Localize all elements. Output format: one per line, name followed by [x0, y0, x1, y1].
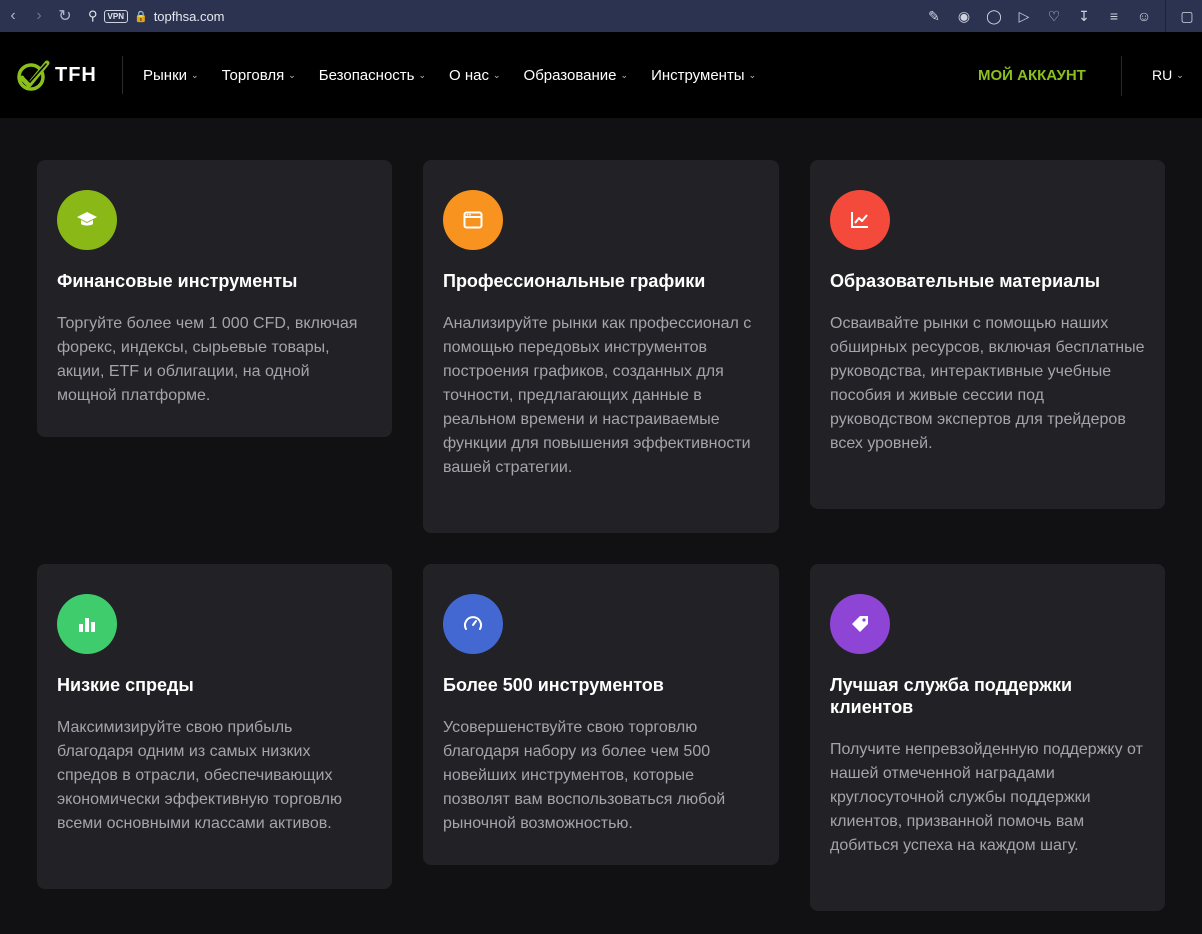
nav-item-tools[interactable]: Инструменты ⌄: [651, 67, 756, 84]
speedometer-icon: [443, 594, 503, 654]
header-divider: [1121, 56, 1122, 96]
chevron-down-icon: ⌄: [418, 69, 427, 80]
lock-icon[interactable]: 🔒: [134, 10, 148, 23]
url-text[interactable]: topfhsa.com: [154, 9, 225, 24]
main-nav: Рынки ⌄ Торговля ⌄ Безопасность ⌄ О нас ⌄ Об…: [143, 67, 779, 84]
download-icon[interactable]: ↧: [1069, 8, 1099, 25]
nav-item-security[interactable]: Безопасность ⌄: [319, 67, 426, 84]
line-chart-icon: [830, 190, 890, 250]
feature-card-educational-materials: Образовательные материалы Осваивайте рын…: [810, 160, 1165, 509]
nav-item-markets[interactable]: Рынки ⌄: [143, 67, 199, 84]
nav-label: О нас: [449, 66, 489, 84]
nav-item-education[interactable]: Образование ⌄: [524, 67, 629, 84]
browser-window-icon: [443, 190, 503, 250]
vpn-badge[interactable]: VPN: [103, 9, 128, 23]
camera-icon[interactable]: ◉: [949, 8, 979, 25]
chevron-down-icon: ⌄: [288, 69, 296, 80]
logo[interactable]: TFH: [16, 55, 122, 95]
logo-check-icon: [17, 60, 50, 91]
language-label: RU: [1152, 67, 1173, 83]
nav-item-trading[interactable]: Торговля ⌄: [222, 67, 296, 84]
chevron-down-icon: ⌄: [191, 69, 199, 80]
card-text: Осваивайте рынки с помощью наших обширны…: [830, 315, 1145, 452]
forward-icon[interactable]: ›: [26, 7, 52, 25]
nav-item-about[interactable]: О нас ⌄: [449, 67, 501, 84]
browser-toolbar: ‹ › ↻ ⚲ VPN 🔒 topfhsa.com ✎ ◉ ◯ ▷ ♡ ↧ ≡ …: [0, 0, 1202, 32]
extension-cube-icon[interactable]: ▢: [1172, 8, 1202, 25]
card-text: Максимизируйте свою прибыль благодаря од…: [57, 719, 342, 832]
bar-chart-icon: [57, 594, 117, 654]
card-title: Лучшая служба поддержки клиентов: [830, 675, 1073, 717]
menu-icon[interactable]: ≡: [1099, 8, 1129, 24]
card-title: Низкие спреды: [57, 675, 194, 695]
card-title: Финансовые инструменты: [57, 271, 298, 291]
chevron-down-icon: ⌄: [748, 69, 757, 80]
card-text: Торгуйте более чем 1 000 CFD, включая фо…: [57, 315, 358, 404]
heart-icon[interactable]: ♡: [1039, 8, 1069, 25]
card-title: Образовательные материалы: [830, 271, 1101, 291]
edit-icon[interactable]: ✎: [919, 8, 949, 25]
card-text: Анализируйте рынки как профессионал с по…: [443, 315, 752, 476]
address-bar[interactable]: ⚲ VPN 🔒 topfhsa.com: [88, 8, 225, 24]
reload-icon[interactable]: ↻: [52, 6, 78, 26]
toolbar-divider: [1165, 0, 1166, 32]
back-icon[interactable]: ‹: [0, 7, 26, 25]
feature-card-customer-support: Лучшая служба поддержки клиентов Получит…: [810, 564, 1165, 911]
chevron-down-icon: ⌄: [620, 69, 629, 80]
nav-label: Безопасность: [318, 66, 415, 84]
site-header: TFH Рынки ⌄ Торговля ⌄ Безопасность ⌄ О нас…: [0, 32, 1202, 118]
nav-label: Рынки: [143, 66, 188, 84]
feature-card-financial-instruments: Финансовые инструменты Торгуйте более че…: [37, 160, 392, 437]
nav-label: Инструменты: [651, 66, 745, 84]
profile-icon[interactable]: ☺: [1129, 8, 1159, 24]
logo-text: TFH: [55, 63, 97, 86]
chevron-down-icon: ⌄: [492, 69, 501, 80]
card-title: Профессиональные графики: [443, 271, 706, 291]
card-text: Усовершенствуйте свою торговлю благодаря…: [443, 719, 726, 832]
card-text: Получите непревзойденную поддержку от на…: [830, 741, 1143, 854]
graduation-cap-icon: [57, 190, 117, 250]
feature-card-professional-charts: Профессиональные графики Анализируйте ры…: [423, 160, 779, 533]
send-icon[interactable]: ▷: [1009, 8, 1039, 25]
nav-label: Торговля: [221, 66, 285, 84]
card-title: Более 500 инструментов: [443, 675, 664, 695]
header-divider: [122, 56, 123, 94]
chevron-down-icon: ⌄: [1176, 69, 1184, 80]
my-account-link[interactable]: МОЙ АККАУНТ: [978, 32, 1086, 118]
language-selector[interactable]: RU ⌄: [1152, 32, 1184, 118]
tag-icon: [830, 594, 890, 654]
search-key-icon: ⚲: [88, 8, 98, 23]
shield-icon[interactable]: ◯: [979, 8, 1009, 25]
feature-card-500-instruments: Более 500 инструментов Усовершенствуйте …: [423, 564, 779, 865]
feature-card-low-spreads: Низкие спреды Максимизируйте свою прибыл…: [37, 564, 392, 889]
nav-label: Образование: [523, 66, 617, 84]
